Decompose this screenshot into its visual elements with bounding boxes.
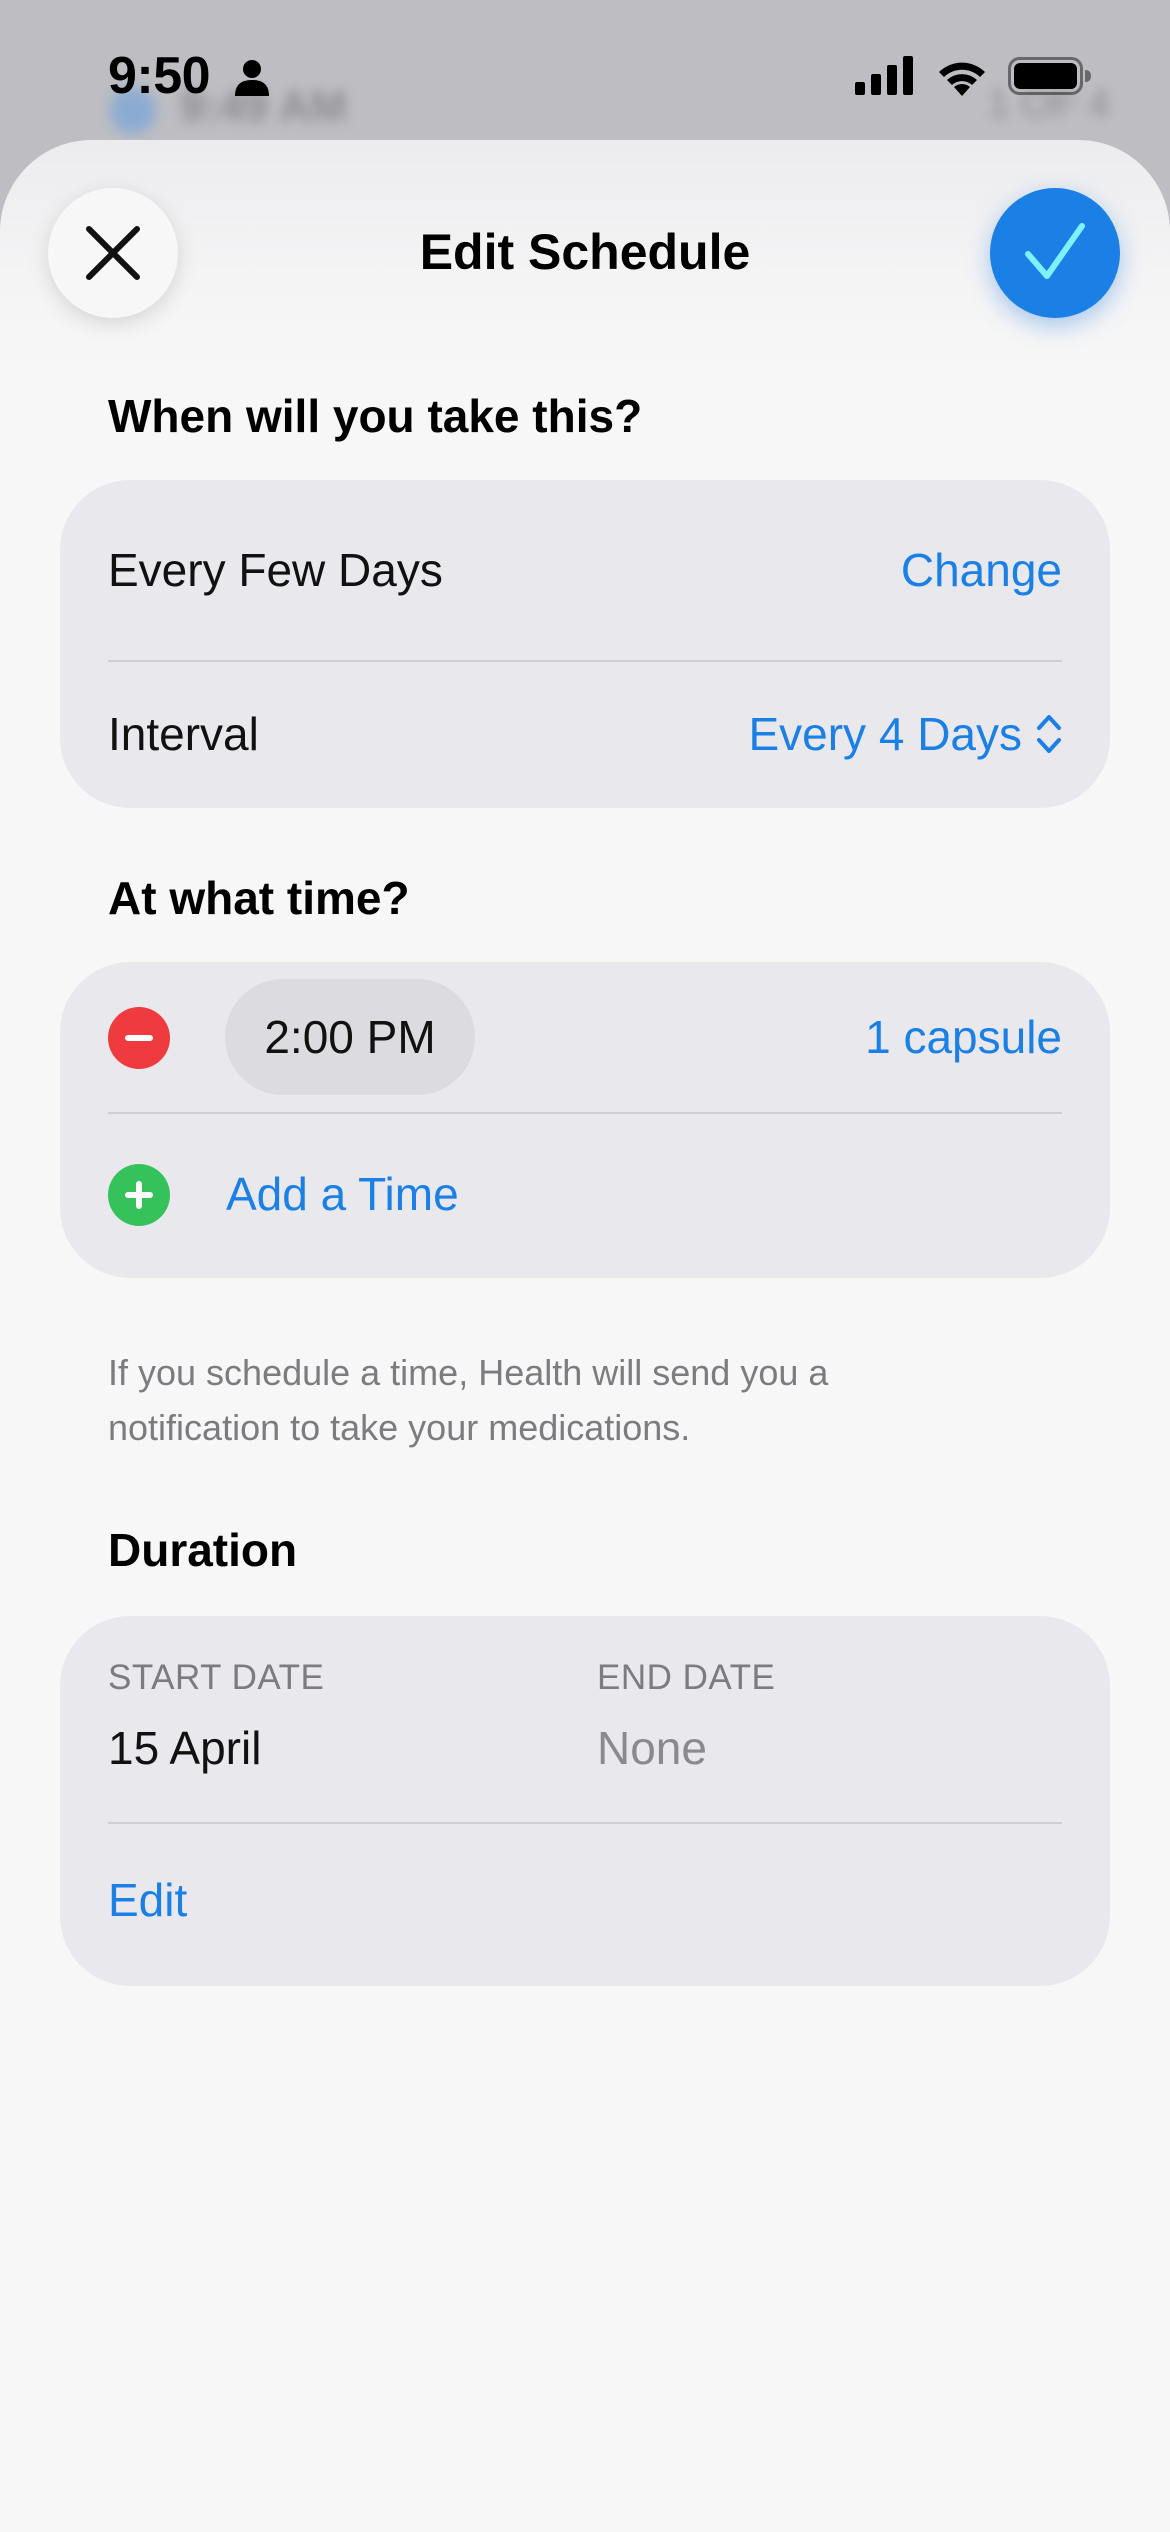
frequency-section-header: When will you take this? [108, 390, 643, 442]
add-time-label[interactable]: Add a Time [226, 1166, 459, 1222]
time-picker[interactable]: 2:00 PM [225, 979, 475, 1095]
checkmark-icon [1025, 223, 1085, 279]
interval-label: Interval [108, 708, 259, 760]
time-section-header: At what time? [108, 872, 410, 924]
person-icon [235, 60, 269, 96]
start-date-caption: START DATE [108, 1658, 325, 1697]
status-time: 9:50 [108, 47, 211, 105]
plus-icon [125, 1181, 153, 1209]
interval-value: Every 4 Days [748, 708, 1022, 760]
duration-section-header: Duration [108, 1524, 298, 1576]
duration-card: START DATE 15 April END DATE None Edit [60, 1616, 1110, 1986]
interval-row[interactable]: Interval Every 4 Days [60, 662, 1110, 808]
add-time-button[interactable] [108, 1164, 170, 1226]
frequency-row: Every Few Days Change [60, 480, 1110, 660]
frequency-card: Every Few Days Change Interval Every 4 D… [60, 480, 1110, 808]
scheduled-time-row: 2:00 PM 1 capsule [60, 962, 1110, 1112]
minus-icon [125, 1035, 153, 1041]
times-card: 2:00 PM 1 capsule Add a Time [60, 962, 1110, 1278]
notification-footnote: If you schedule a time, Health will send… [108, 1352, 829, 1448]
status-bar: 9:49 AM 1 OF 4 9:50 [0, 0, 1170, 140]
end-date-value: None [597, 1722, 707, 1774]
frequency-label: Every Few Days [108, 544, 443, 596]
battery-icon [1008, 57, 1091, 95]
cellular-signal-icon [855, 56, 913, 95]
end-date-caption: END DATE [597, 1658, 776, 1697]
dose-amount-button[interactable]: 1 capsule [865, 1009, 1062, 1065]
change-frequency-button[interactable]: Change [901, 542, 1062, 598]
edit-duration-button[interactable]: Edit [108, 1872, 187, 1928]
wifi-icon [939, 62, 985, 96]
start-date-value: 15 April [108, 1722, 262, 1774]
add-time-row[interactable]: Add a Time [60, 1114, 1110, 1278]
divider [108, 1822, 1062, 1824]
edit-schedule-sheet: Edit Schedule When will you take this? E… [0, 140, 1170, 2532]
remove-time-button[interactable] [108, 1007, 170, 1069]
interval-picker[interactable]: Every 4 Days [748, 706, 1062, 762]
chevron-up-down-icon [1037, 714, 1061, 753]
done-button[interactable] [990, 188, 1120, 318]
